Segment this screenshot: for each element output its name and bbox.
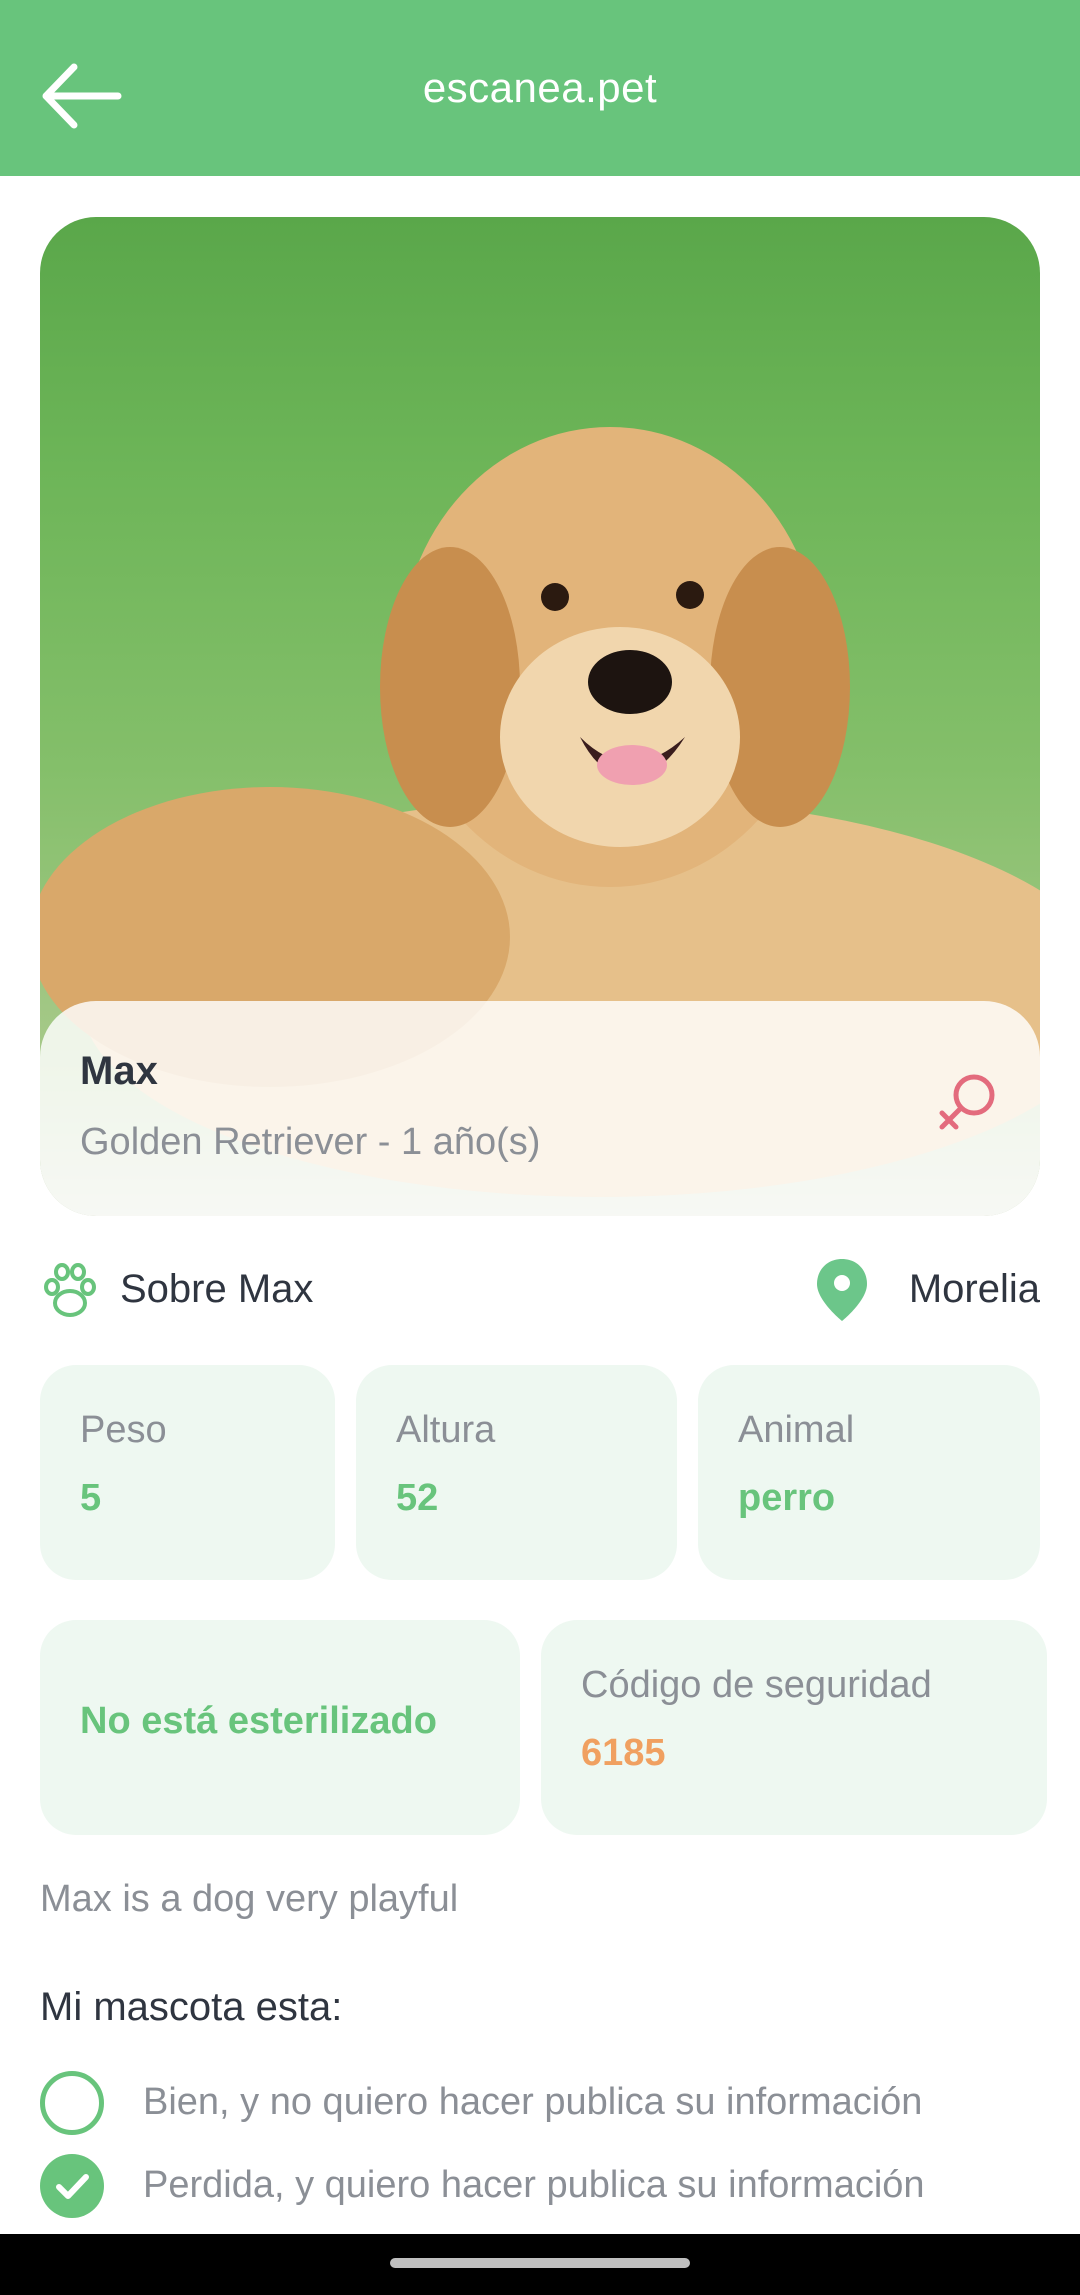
- check-icon: [56, 2174, 89, 2199]
- system-nav-bar: [0, 2234, 1080, 2295]
- status-heading: Mi mascota esta:: [40, 1985, 343, 2029]
- security-code-label: Código de seguridad: [581, 1664, 932, 1706]
- pet-description: Max is a dog very playful: [40, 1878, 459, 1920]
- pet-name: Max: [80, 1049, 158, 1093]
- weight-label: Peso: [80, 1409, 167, 1451]
- animal-value: perro: [738, 1477, 836, 1519]
- app-bar: escanea.pet: [0, 0, 1080, 176]
- security-code-card: Código de seguridad 6185: [541, 1620, 1047, 1835]
- pet-breed-age: Golden Retriever - 1 año(s): [80, 1121, 541, 1163]
- status-option-label: Perdida, y quiero hacer publica su infor…: [143, 2164, 925, 2206]
- location-label: Morelia: [908, 1267, 1040, 1311]
- animal-label: Animal: [738, 1409, 855, 1451]
- pet-photo-card: Max Golden Retriever - 1 año(s): [40, 217, 1040, 1216]
- sterilization-status: No está esterilizado: [80, 1700, 437, 1742]
- about-label: Sobre Max: [120, 1267, 314, 1311]
- height-card: Altura 52: [356, 1365, 677, 1580]
- home-gesture-handle[interactable]: [390, 2258, 690, 2268]
- status-option-lost[interactable]: Perdida, y quiero hacer publica su infor…: [40, 2154, 1050, 2218]
- app-title: escanea.pet: [422, 64, 658, 111]
- status-option-private[interactable]: Bien, y no quiero hacer publica su infor…: [40, 2071, 1050, 2135]
- sterilization-card: No está esterilizado: [40, 1620, 520, 1835]
- radio-unchecked[interactable]: [40, 2071, 104, 2135]
- animal-card: Animal perro: [698, 1365, 1040, 1580]
- height-value: 52: [396, 1477, 439, 1519]
- female-icon: [939, 1074, 995, 1130]
- radio-checked[interactable]: [40, 2154, 104, 2218]
- map-pin-icon: [817, 1259, 867, 1321]
- weight-card: Peso 5: [40, 1365, 335, 1580]
- security-code-value: 6185: [581, 1732, 666, 1774]
- about-row: Sobre Max Morelia: [40, 1255, 1040, 1325]
- status-option-label: Bien, y no quiero hacer publica su infor…: [143, 2081, 923, 2123]
- height-label: Altura: [396, 1409, 496, 1451]
- weight-value: 5: [80, 1477, 102, 1519]
- paw-icon: [44, 1263, 96, 1317]
- pet-info-overlay: Max Golden Retriever - 1 año(s): [40, 1001, 1040, 1216]
